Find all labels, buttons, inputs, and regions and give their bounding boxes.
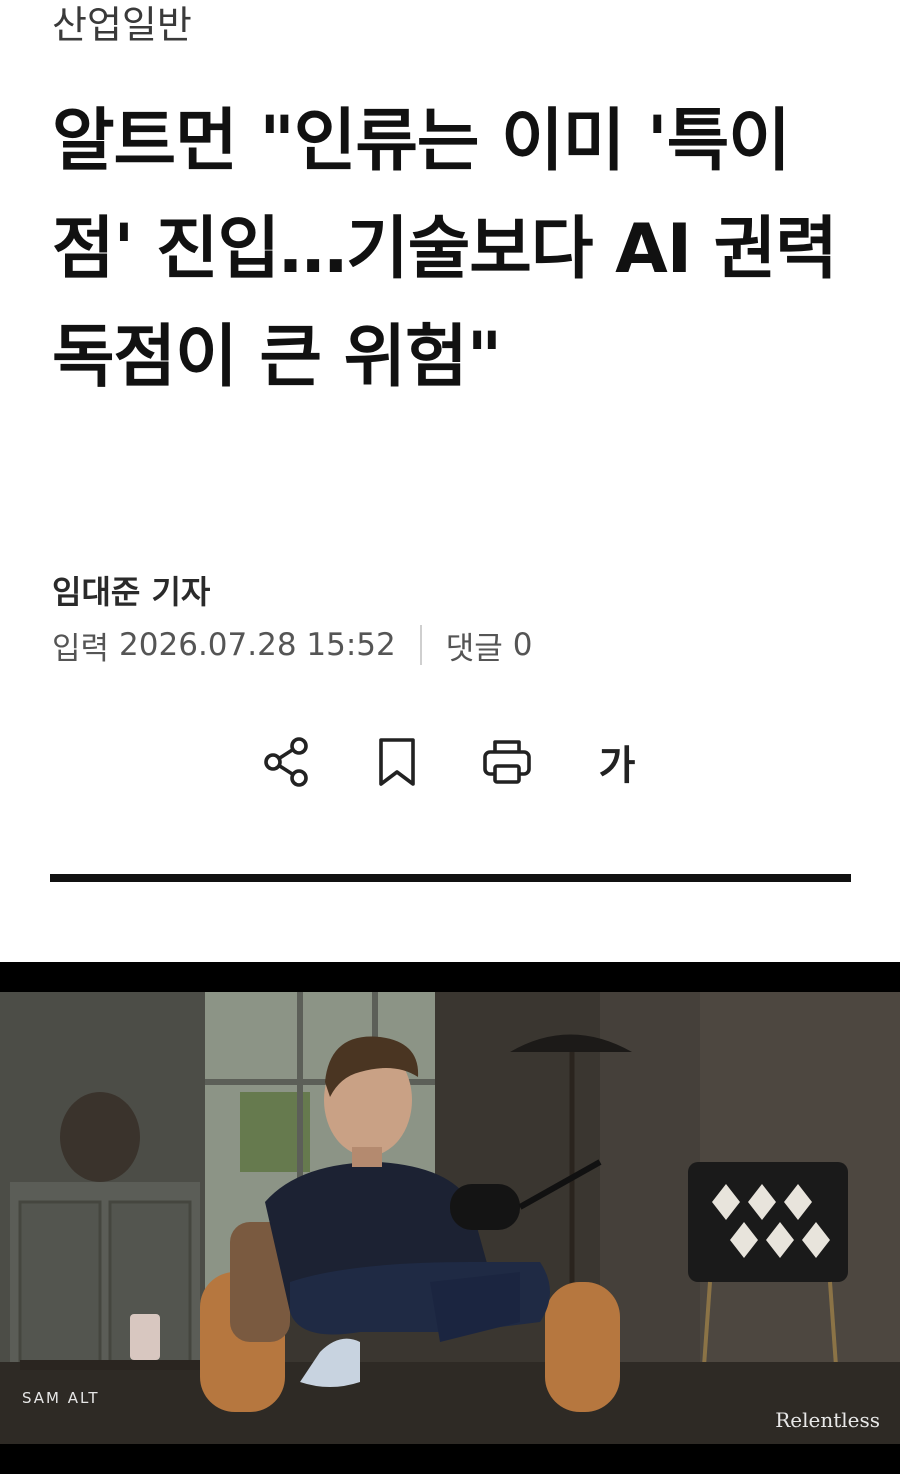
video-caption-right: Relentless [775, 1408, 880, 1432]
print-button[interactable] [475, 730, 539, 794]
video-player[interactable]: SAM ALT Relentless [0, 962, 900, 1474]
section-label[interactable]: 산업일반 [52, 0, 192, 50]
header-rule [50, 874, 851, 882]
article-meta: 입력 2026.07.28 15:52 댓글 0 [52, 622, 533, 668]
author-byline[interactable]: 임대준 기자 [52, 570, 210, 614]
comments-label[interactable]: 댓글 [446, 623, 503, 668]
published-label: 입력 [52, 630, 110, 667]
bookmark-icon [379, 738, 415, 786]
video-caption-left: SAM ALT [22, 1389, 100, 1407]
bookmark-button[interactable] [365, 730, 429, 794]
article-headline: 알트먼 "인류는 이미 '특이점' 진입…기술보다 AI 권력 독점이 큰 위험… [52, 102, 838, 397]
share-button[interactable] [255, 730, 319, 794]
comments-count[interactable]: 0 [513, 627, 533, 663]
print-icon [483, 740, 531, 784]
font-size-button[interactable]: 가 [585, 730, 649, 794]
meta-divider [419, 625, 422, 665]
video-frame [0, 962, 900, 1474]
article-toolbar: 가 [255, 730, 649, 794]
share-icon [264, 737, 308, 787]
published-datetime: 2026.07.28 15:52 [119, 627, 396, 663]
